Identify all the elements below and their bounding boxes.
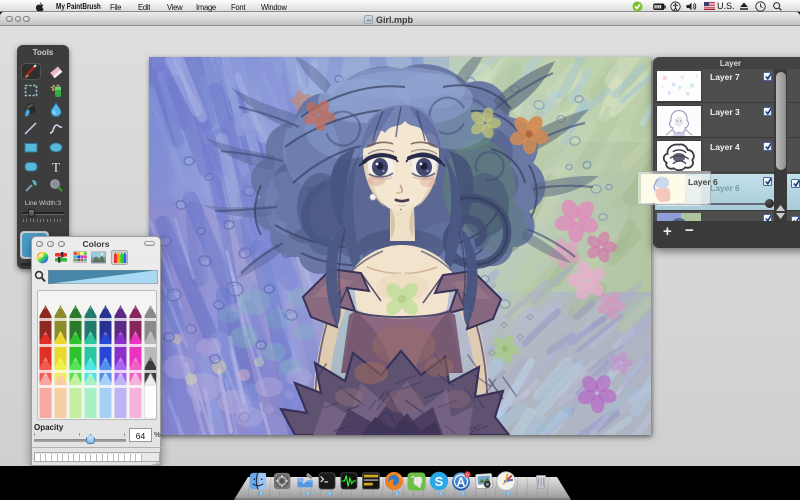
svg-text:S: S xyxy=(435,474,444,489)
svg-text:T: T xyxy=(52,160,60,175)
svg-text:6: 6 xyxy=(466,472,469,478)
